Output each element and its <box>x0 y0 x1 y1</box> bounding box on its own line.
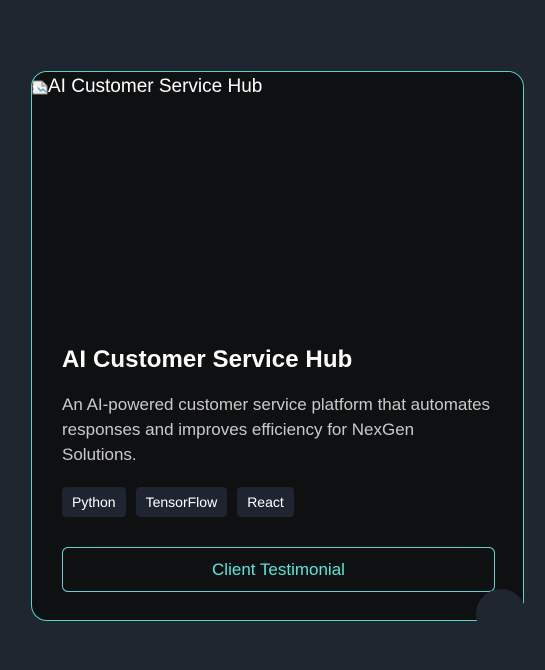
project-title: AI Customer Service Hub <box>62 346 353 373</box>
tag-tensorflow: TensorFlow <box>135 487 228 517</box>
broken-image-icon <box>32 79 48 95</box>
project-image-area: AI Customer Service Hub <box>32 72 523 327</box>
project-description: An AI-powered customer service platform … <box>62 395 491 464</box>
round-floating-control[interactable] <box>476 589 526 639</box>
project-card: AI Customer Service Hub AI Customer Serv… <box>31 71 524 621</box>
tag-python: Python <box>62 487 126 517</box>
technology-tags: Python TensorFlow React <box>62 487 294 517</box>
project-image-alt-text: AI Customer Service Hub <box>48 76 263 97</box>
client-testimonial-button[interactable]: Client Testimonial <box>62 547 495 592</box>
tag-react: React <box>237 487 294 517</box>
broken-project-image: AI Customer Service Hub <box>32 76 262 98</box>
